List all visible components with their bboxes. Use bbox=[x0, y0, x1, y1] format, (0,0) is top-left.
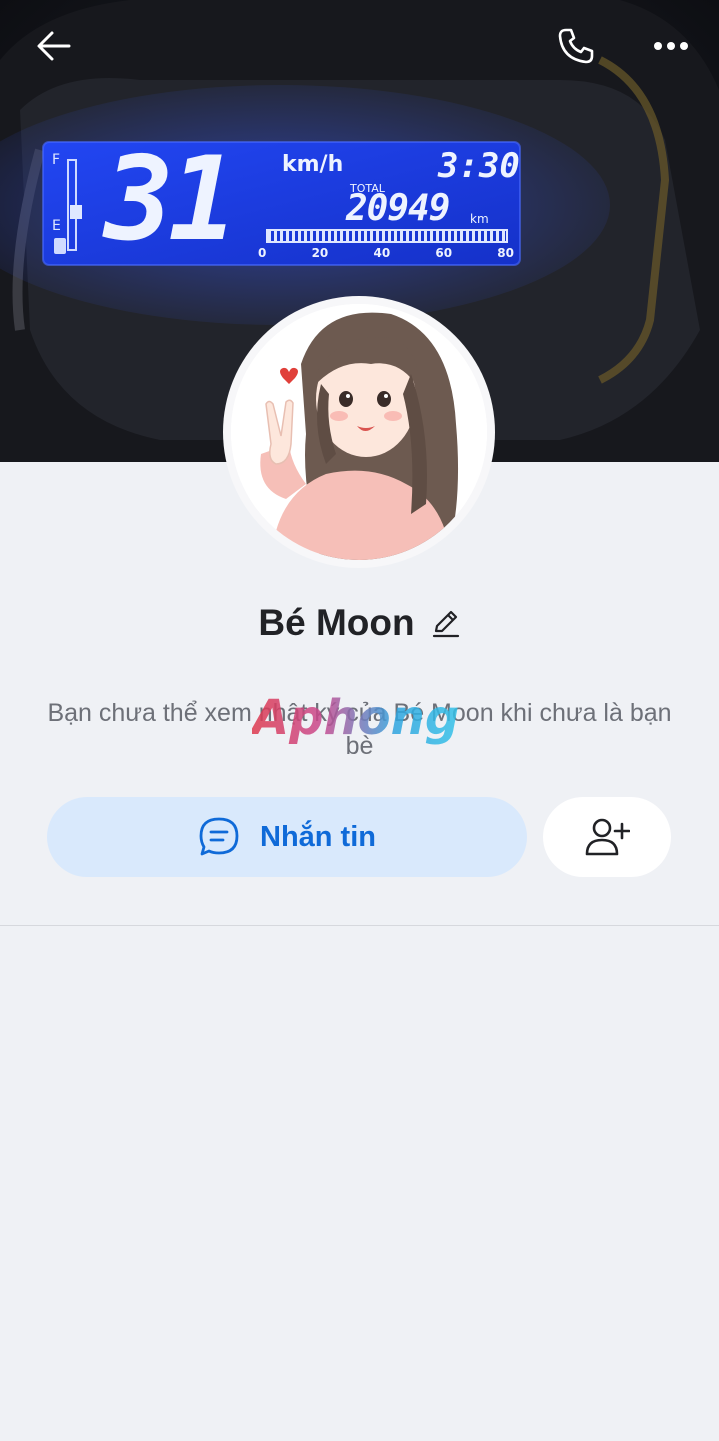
more-dots-icon bbox=[654, 42, 688, 50]
back-button[interactable] bbox=[30, 22, 78, 70]
call-button[interactable] bbox=[552, 22, 600, 70]
scale-tick: 0 bbox=[258, 246, 267, 260]
add-friend-button[interactable] bbox=[543, 797, 671, 877]
speed-scale: 0 20 40 60 80 bbox=[258, 246, 514, 260]
odometer-readout: 20949 bbox=[346, 188, 450, 229]
section-divider bbox=[0, 925, 719, 926]
profile-name-row: Bé Moon bbox=[0, 598, 719, 648]
scale-tick: 60 bbox=[435, 246, 453, 260]
back-arrow-icon bbox=[37, 31, 71, 61]
add-friend-icon bbox=[585, 818, 630, 856]
clock-readout: 3:30 bbox=[438, 146, 520, 186]
more-options-button[interactable] bbox=[647, 22, 695, 70]
message-button[interactable]: Nhắn tin bbox=[47, 797, 527, 877]
odometer-unit: km bbox=[470, 212, 489, 226]
scale-tick: 20 bbox=[311, 246, 329, 260]
chat-bubble-icon bbox=[199, 817, 239, 856]
speed-bar bbox=[266, 229, 508, 243]
speed-readout: 31 bbox=[104, 132, 238, 267]
pencil-icon[interactable] bbox=[431, 608, 461, 638]
speed-unit: km/h bbox=[282, 152, 344, 177]
message-button-label: Nhắn tin bbox=[260, 820, 376, 853]
scale-tick: 40 bbox=[373, 246, 391, 260]
scale-tick: 80 bbox=[497, 246, 514, 260]
svg-text:Aphong: Aphong bbox=[252, 690, 459, 746]
profile-name: Bé Moon bbox=[258, 602, 415, 643]
svg-text:F: F bbox=[52, 152, 60, 168]
svg-text:E: E bbox=[52, 218, 61, 234]
watermark-logo: Aphong bbox=[248, 690, 472, 750]
avatar-illustration bbox=[231, 304, 487, 560]
phone-icon bbox=[558, 28, 594, 64]
avatar[interactable] bbox=[231, 304, 487, 560]
